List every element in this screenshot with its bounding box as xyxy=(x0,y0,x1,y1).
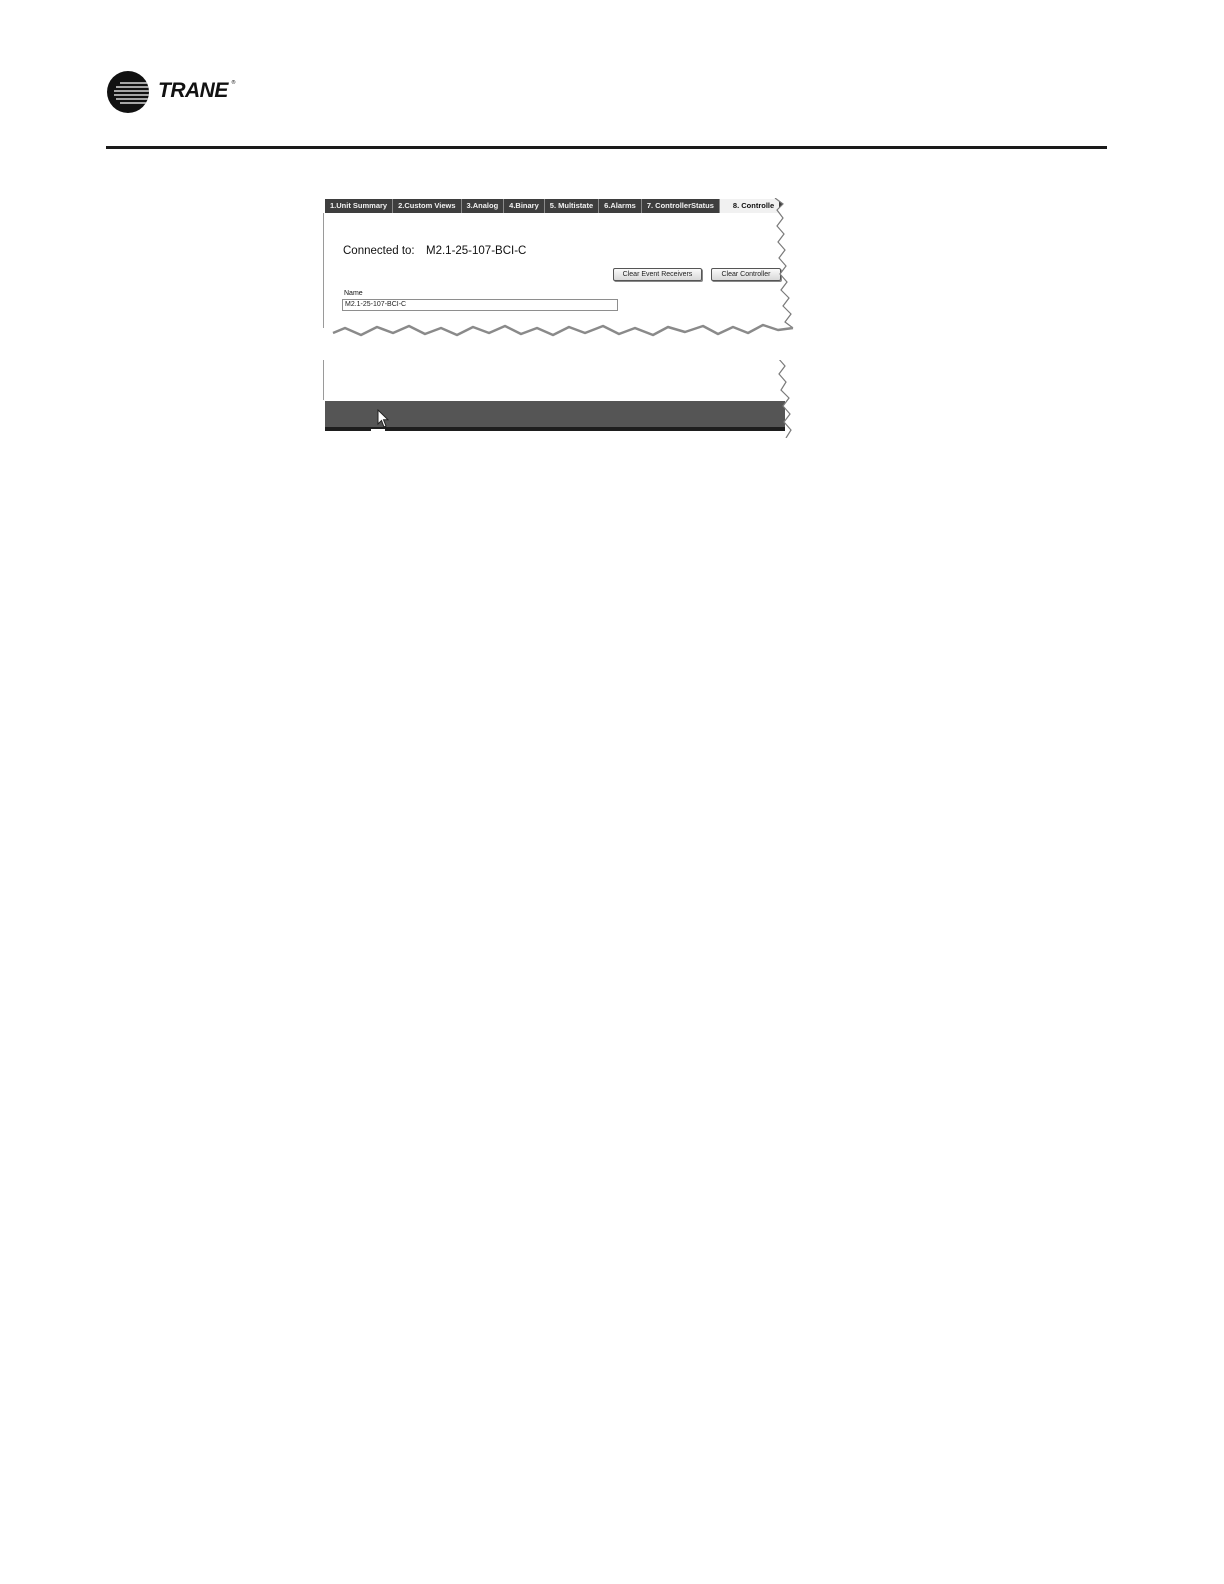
brand-wordmark: TRANE xyxy=(158,79,228,102)
controller-screenshot: 1.Unit Summary 2.Custom Views 3.Analog 4… xyxy=(323,198,797,438)
header-rule xyxy=(106,146,1107,149)
registered-mark: ® xyxy=(231,80,236,86)
trane-logo: TRANE ® xyxy=(106,70,246,114)
torn-edge-effect xyxy=(323,198,797,438)
trane-logo-icon xyxy=(107,71,149,113)
